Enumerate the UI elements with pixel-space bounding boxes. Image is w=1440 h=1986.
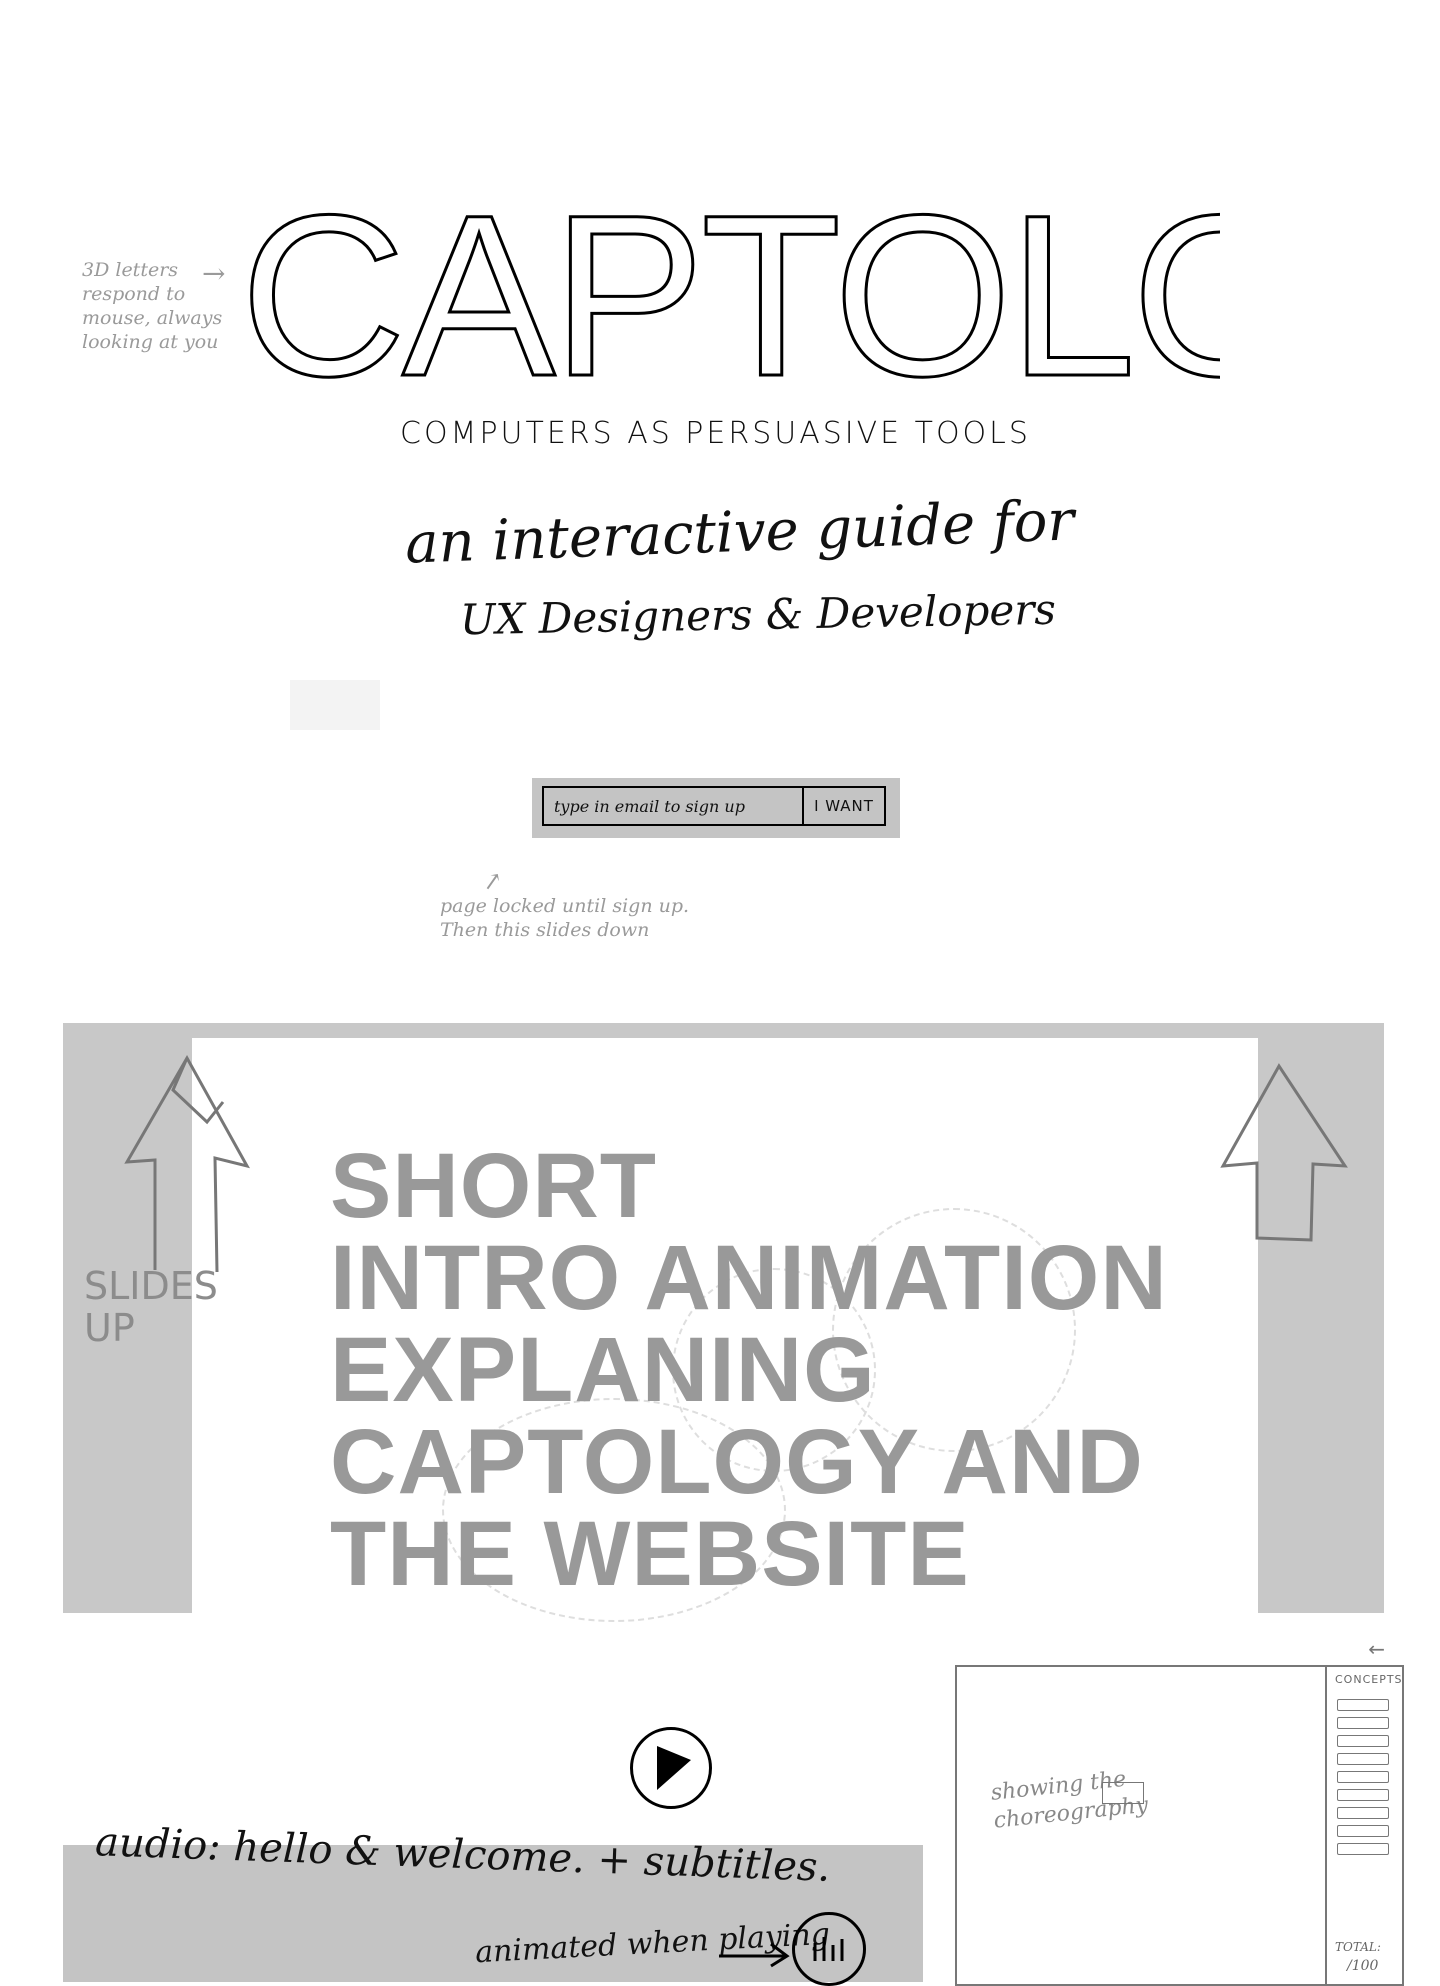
slide-up-arrow-icon bbox=[124, 1054, 250, 1273]
choreography-frame: showing the choreography CONCEPTS TOTAL:… bbox=[955, 1665, 1404, 1986]
play-icon bbox=[657, 1746, 691, 1790]
total-label: TOTAL: bbox=[1335, 1940, 1381, 1954]
concept-item[interactable] bbox=[1337, 1735, 1389, 1747]
note-page-locked-text: page locked until sign up. Then this sli… bbox=[440, 895, 690, 941]
concept-item[interactable] bbox=[1337, 1699, 1389, 1711]
subtitle: COMPUTERS AS PERSUASIVE TOOLS bbox=[400, 416, 1031, 451]
concept-item[interactable] bbox=[1337, 1807, 1389, 1819]
arrow-up-right-icon: ↑ bbox=[475, 864, 509, 900]
audio-bars-icon bbox=[813, 1937, 844, 1961]
concept-item[interactable] bbox=[1337, 1771, 1389, 1783]
signup-bar: I WANT bbox=[532, 778, 900, 838]
signup-form: I WANT bbox=[542, 786, 886, 826]
slides-up-label: SLIDES UP bbox=[84, 1264, 218, 1350]
scan-edge bbox=[290, 680, 380, 730]
i-want-button[interactable]: I WANT bbox=[804, 788, 884, 824]
intro-heading-line: INTRO ANIMATION bbox=[330, 1227, 1168, 1329]
concept-item[interactable] bbox=[1337, 1753, 1389, 1765]
email-input[interactable] bbox=[544, 788, 804, 824]
slide-up-arrow-icon bbox=[1220, 1063, 1348, 1242]
arrow-right-icon bbox=[719, 1942, 790, 1968]
intro-heading: SHORT INTRO ANIMATION EXPLANING CAPTOLOG… bbox=[330, 1140, 1250, 1600]
concepts-label: CONCEPTS bbox=[1335, 1673, 1403, 1686]
intro-heading-line: THE WEBSITE bbox=[330, 1503, 970, 1605]
intro-heading-line: EXPLANING bbox=[330, 1319, 876, 1421]
total-value: /100 bbox=[1347, 1958, 1379, 1974]
intro-heading-line: CAPTOLOGY AND bbox=[330, 1411, 1144, 1513]
arrow-right-icon: → bbox=[202, 257, 226, 290]
concept-item[interactable] bbox=[1337, 1717, 1389, 1729]
arrow-left-icon: ← bbox=[1368, 1637, 1385, 1661]
tagline-line-1: an interactive guide for bbox=[404, 488, 1076, 577]
note-3d-letters: 3D letters respond to mouse, always look… bbox=[82, 258, 252, 354]
concept-item[interactable] bbox=[1337, 1843, 1389, 1855]
concept-item[interactable] bbox=[1337, 1789, 1389, 1801]
audio-visualizer-button[interactable] bbox=[792, 1912, 866, 1986]
concept-item[interactable] bbox=[1337, 1825, 1389, 1837]
captology-title-text: CAPTOLOGY bbox=[240, 190, 1220, 390]
tagline-line-2: UX Designers & Developers bbox=[459, 584, 1057, 645]
play-button[interactable] bbox=[630, 1727, 712, 1809]
choreography-item bbox=[1102, 1782, 1144, 1804]
concepts-sidebar: CONCEPTS TOTAL: /100 bbox=[1325, 1667, 1402, 1984]
note-page-locked: ↑ page locked until sign up. Then this s… bbox=[440, 865, 720, 942]
choreography-sketch: ← showing the choreography CONCEPTS TOTA… bbox=[955, 1637, 1405, 1986]
captology-title: CAPTOLOGY bbox=[240, 190, 1220, 390]
intro-heading-line: SHORT bbox=[330, 1135, 657, 1237]
